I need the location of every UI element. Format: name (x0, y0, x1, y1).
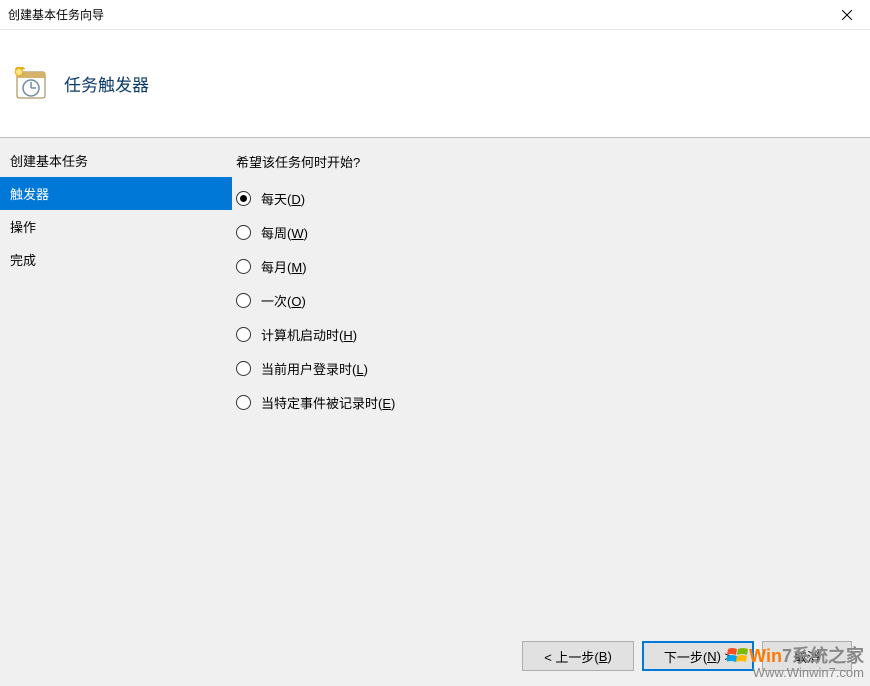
back-button[interactable]: < 上一步(B) (522, 641, 634, 671)
sidebar-item-create-task[interactable]: 创建基本任务 (0, 144, 232, 177)
option-logon-label[interactable]: 当前用户登录时(L) (261, 359, 368, 378)
option-startup-row[interactable]: 计算机启动时(H) (236, 325, 860, 344)
next-button[interactable]: 下一步(N) > (642, 641, 754, 671)
option-event-radio[interactable] (236, 395, 251, 410)
close-button[interactable] (824, 0, 870, 30)
wizard-footer: < 上一步(B) 下一步(N) > 取消 (0, 626, 870, 686)
option-monthly-label[interactable]: 每月(M) (261, 257, 307, 276)
wizard-icon (14, 67, 48, 101)
titlebar: 创建基本任务向导 (0, 0, 870, 30)
wizard-sidebar: 创建基本任务 触发器 操作 完成 (0, 138, 232, 626)
option-event-label[interactable]: 当特定事件被记录时(E) (261, 393, 395, 412)
option-startup-radio[interactable] (236, 327, 251, 342)
trigger-question: 希望该任务何时开始? (236, 152, 860, 171)
option-once-label[interactable]: 一次(O) (261, 291, 306, 310)
option-logon-radio[interactable] (236, 361, 251, 376)
option-event-row[interactable]: 当特定事件被记录时(E) (236, 393, 860, 412)
option-once-row[interactable]: 一次(O) (236, 291, 860, 310)
close-icon (842, 10, 852, 20)
option-once-radio[interactable] (236, 293, 251, 308)
option-daily-label[interactable]: 每天(D) (261, 189, 305, 208)
option-daily-row[interactable]: 每天(D) (236, 189, 860, 208)
wizard-header: 任务触发器 (0, 30, 870, 138)
cancel-button[interactable]: 取消 (762, 641, 852, 671)
option-weekly-row[interactable]: 每周(W) (236, 223, 860, 242)
window-title: 创建基本任务向导 (8, 6, 824, 23)
sidebar-item-action[interactable]: 操作 (0, 210, 232, 243)
option-monthly-radio[interactable] (236, 259, 251, 274)
option-startup-label[interactable]: 计算机启动时(H) (261, 325, 357, 344)
wizard-title: 任务触发器 (64, 71, 149, 96)
sidebar-item-finish[interactable]: 完成 (0, 243, 232, 276)
option-weekly-radio[interactable] (236, 225, 251, 240)
option-logon-row[interactable]: 当前用户登录时(L) (236, 359, 860, 378)
wizard-body: 创建基本任务 触发器 操作 完成 希望该任务何时开始? 每天(D) 每周(W) … (0, 138, 870, 626)
option-weekly-label[interactable]: 每周(W) (261, 223, 308, 242)
option-daily-radio[interactable] (236, 191, 251, 206)
wizard-content: 希望该任务何时开始? 每天(D) 每周(W) 每月(M) 一次(O) 计算机启动… (232, 138, 870, 626)
wizard-window: 创建基本任务向导 任务触发器 创建基本任务 (0, 0, 870, 686)
option-monthly-row[interactable]: 每月(M) (236, 257, 860, 276)
sidebar-item-trigger[interactable]: 触发器 (0, 177, 232, 210)
